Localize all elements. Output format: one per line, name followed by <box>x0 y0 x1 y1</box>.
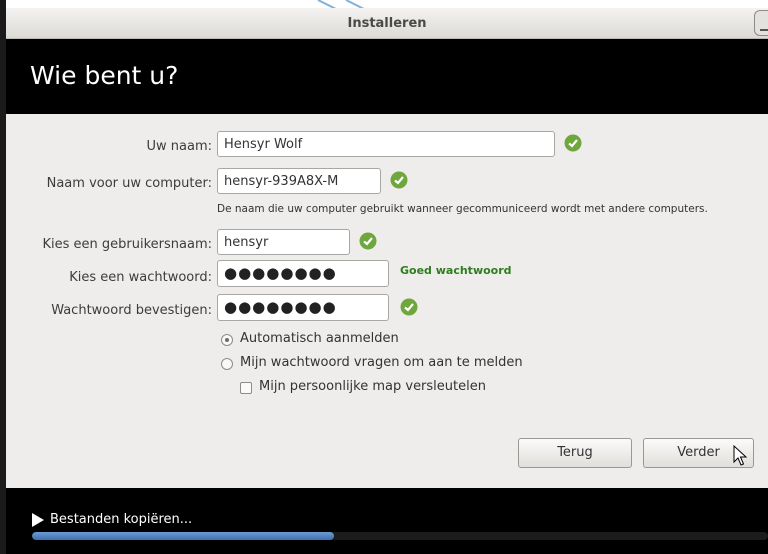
progress-status-text: Bestanden kopiëren... <box>50 512 193 527</box>
installer-window: Installeren Wie bent u? Uw naam: Naam vo… <box>6 8 768 554</box>
confirm-password-label: Wachtwoord bevestigen: <box>51 303 212 318</box>
progress-bar-fill <box>32 532 334 540</box>
username-valid-check-icon <box>359 232 377 250</box>
page-title: Wie bent u? <box>30 61 179 90</box>
title-bar[interactable]: Installeren <box>6 8 768 39</box>
progress-bar <box>32 532 768 540</box>
computer-name-label: Naam voor uw computer: <box>46 176 212 191</box>
name-valid-check-icon <box>564 134 582 152</box>
name-input[interactable] <box>217 131 555 157</box>
computer-name-input[interactable] <box>217 168 381 194</box>
password-strength-indicator: Goed wachtwoord <box>400 264 512 277</box>
minimize-button[interactable] <box>754 10 768 36</box>
mouse-pointer-icon <box>733 445 748 466</box>
name-label: Uw naam: <box>146 139 213 154</box>
window-title: Installeren <box>347 16 427 31</box>
username-label: Kies een gebruikersnaam: <box>42 237 212 252</box>
expand-play-icon[interactable] <box>32 513 44 527</box>
page-header: Wie bent u? <box>6 39 768 114</box>
encrypt-home-label[interactable]: Mijn persoonlijke map versleutelen <box>259 379 486 394</box>
computer-name-valid-check-icon <box>390 171 408 189</box>
auto-login-radio[interactable] <box>221 334 233 346</box>
password-label: Kies een wachtwoord: <box>69 270 212 285</box>
back-button[interactable]: Terug <box>518 438 632 468</box>
password-input[interactable]: ●●●●●●●● <box>217 260 389 287</box>
progress-footer: Bestanden kopiëren... <box>6 488 768 554</box>
computer-name-hint: De naam die uw computer gebruikt wanneer… <box>217 203 708 215</box>
auto-login-label[interactable]: Automatisch aanmelden <box>240 331 399 346</box>
username-input[interactable] <box>217 229 350 255</box>
ask-password-label[interactable]: Mijn wachtwoord vragen om aan te melden <box>240 355 523 370</box>
confirm-password-valid-check-icon <box>400 298 418 316</box>
confirm-password-input[interactable]: ●●●●●●●● <box>217 294 389 321</box>
encrypt-home-checkbox[interactable] <box>240 382 252 394</box>
ask-password-radio[interactable] <box>221 358 233 370</box>
